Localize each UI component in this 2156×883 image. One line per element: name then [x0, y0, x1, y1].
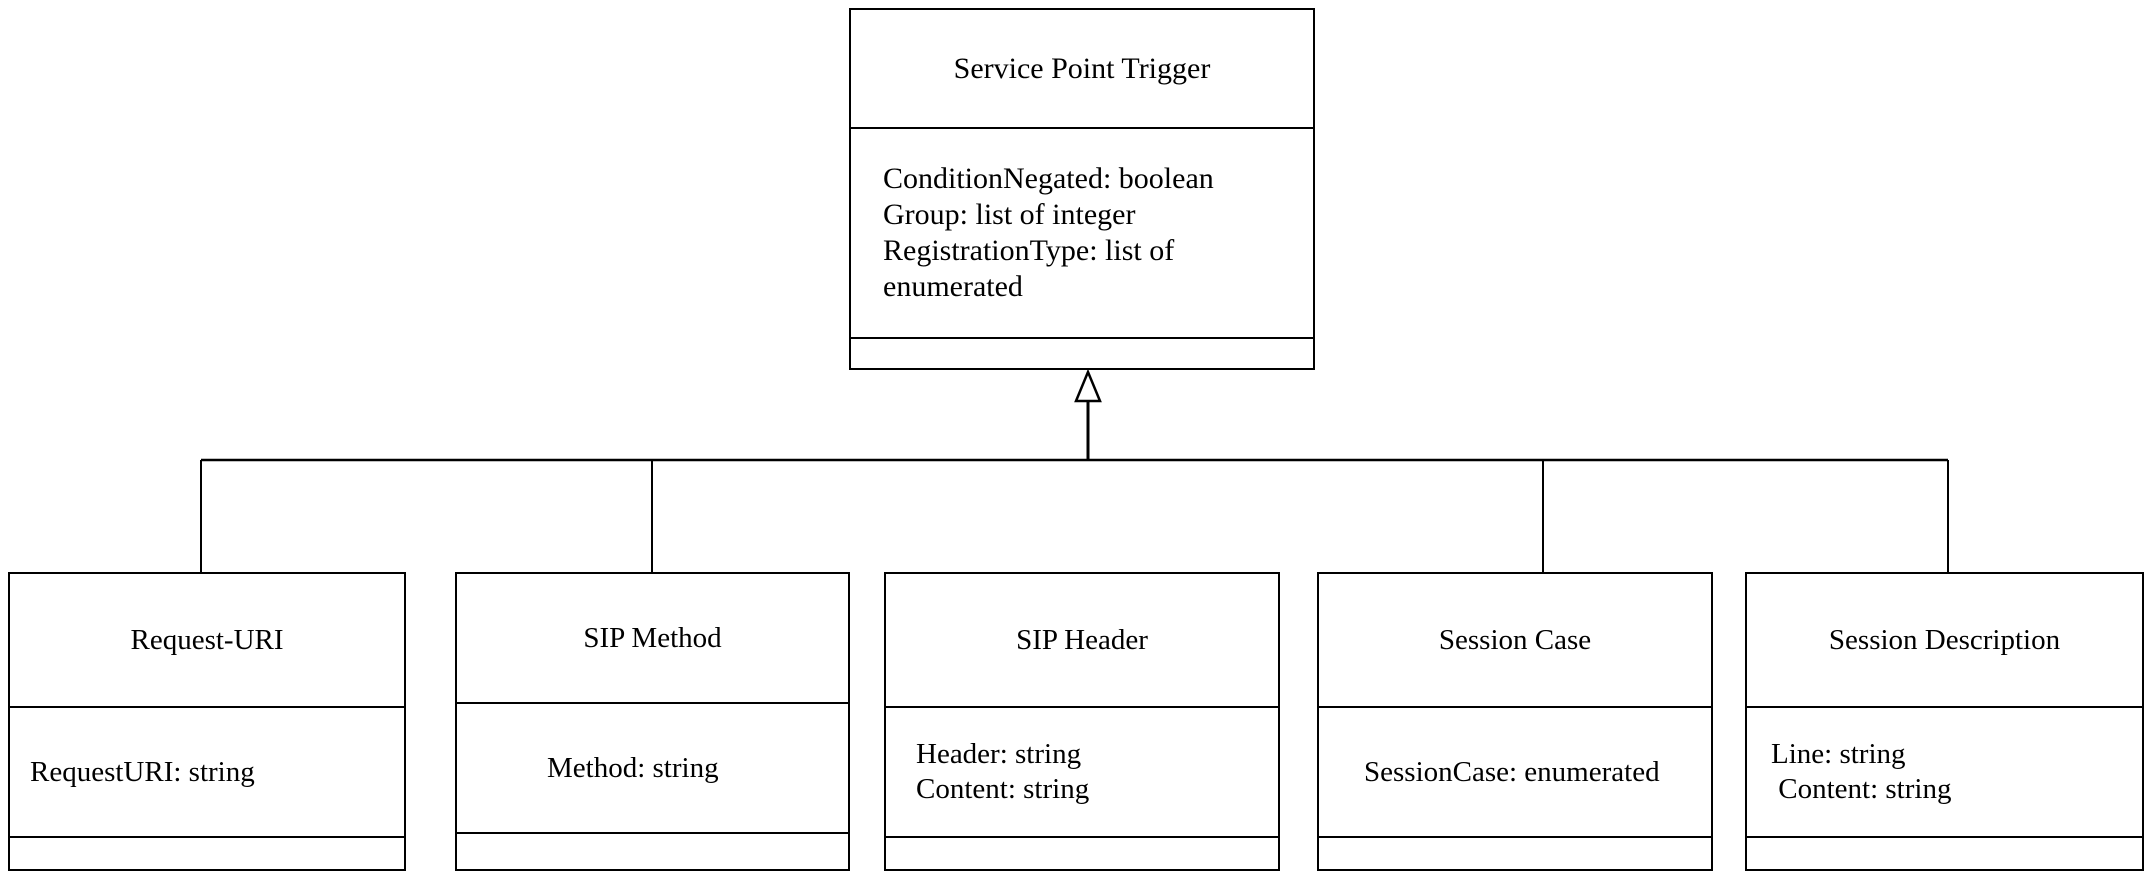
- class-session-description: Session Description Line: string Content…: [1745, 572, 2144, 871]
- attribute: RequestURI: string: [30, 755, 255, 788]
- class-session-case: Session Case SessionCase: enumerated: [1317, 572, 1713, 871]
- attribute-compartment: RequestURI: string: [10, 708, 404, 838]
- class-name: Session Case: [1319, 574, 1711, 708]
- attribute-compartment: Header: string Content: string: [886, 708, 1278, 838]
- attribute-compartment: SessionCase: enumerated: [1319, 708, 1711, 838]
- class-name: Service Point Trigger: [851, 10, 1313, 129]
- attribute: Group: list of integer: [883, 198, 1136, 231]
- attribute: Method: string: [547, 751, 719, 784]
- operation-compartment: [1319, 838, 1711, 869]
- attribute: RegistrationType: list of: [883, 234, 1175, 267]
- attribute-compartment: Line: string Content: string: [1747, 708, 2142, 838]
- operation-compartment: [10, 838, 404, 869]
- operation-compartment: [457, 838, 848, 869]
- attribute: ConditionNegated: boolean: [883, 162, 1214, 195]
- attribute-compartment: Method: string: [457, 704, 848, 834]
- attribute: SessionCase: enumerated: [1364, 755, 1660, 788]
- attribute: enumerated: [883, 270, 1023, 303]
- class-name: SIP Header: [886, 574, 1278, 708]
- class-sip-header: SIP Header Header: string Content: strin…: [884, 572, 1280, 871]
- attribute: Line: string: [1771, 738, 1906, 770]
- class-name: Request-URI: [10, 574, 404, 708]
- class-sip-method: SIP Method Method: string: [455, 572, 850, 871]
- generalization-arrow-icon: [1074, 368, 1102, 403]
- class-service-point-trigger: Service Point Trigger ConditionNegated: …: [849, 8, 1315, 370]
- attribute: Content: string: [916, 773, 1090, 805]
- operation-compartment: [851, 339, 1313, 368]
- attribute-compartment: ConditionNegated: boolean Group: list of…: [851, 129, 1313, 339]
- class-name: Session Description: [1747, 574, 2142, 708]
- class-request-uri: Request-URI RequestURI: string: [8, 572, 406, 871]
- operation-compartment: [1747, 838, 2142, 869]
- attribute: Content: string: [1771, 773, 1952, 805]
- attribute: Header: string: [916, 738, 1082, 770]
- operation-compartment: [886, 838, 1278, 869]
- class-name: SIP Method: [457, 574, 848, 704]
